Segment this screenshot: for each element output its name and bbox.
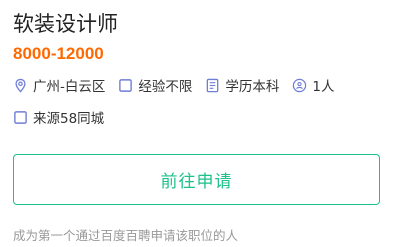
education-text: 学历本科 <box>225 79 280 95</box>
job-meta-row: 广州-白云区 经验不限 学历本科 1人 <box>13 75 347 95</box>
meta-location: 广州-白云区 <box>13 75 105 95</box>
location-pin-icon <box>15 78 26 93</box>
headcount-text: 1人 <box>312 79 335 95</box>
source-text: 来源58同城 <box>33 111 105 127</box>
meta-source: 来源58同城 <box>13 107 104 127</box>
checkbox-icon <box>119 78 133 92</box>
salary-range: 8000-12000 <box>13 44 104 63</box>
experience-text: 经验不限 <box>138 79 193 95</box>
document-icon <box>207 78 219 92</box>
meta-experience: 经验不限 <box>118 75 192 95</box>
meta-education: 学历本科 <box>205 75 279 95</box>
job-source-row: 来源58同城 <box>13 107 117 127</box>
checkbox-icon <box>14 110 27 124</box>
job-title: 软装设计师 <box>13 12 118 36</box>
apply-button[interactable]: 前往申请 <box>13 154 380 205</box>
meta-headcount: 1人 <box>292 75 334 95</box>
person-icon <box>293 78 307 92</box>
location-text: 广州-白云区 <box>33 79 106 95</box>
apply-hint-text: 成为第一个通过百度百聘申请该职位的人 <box>13 228 239 243</box>
